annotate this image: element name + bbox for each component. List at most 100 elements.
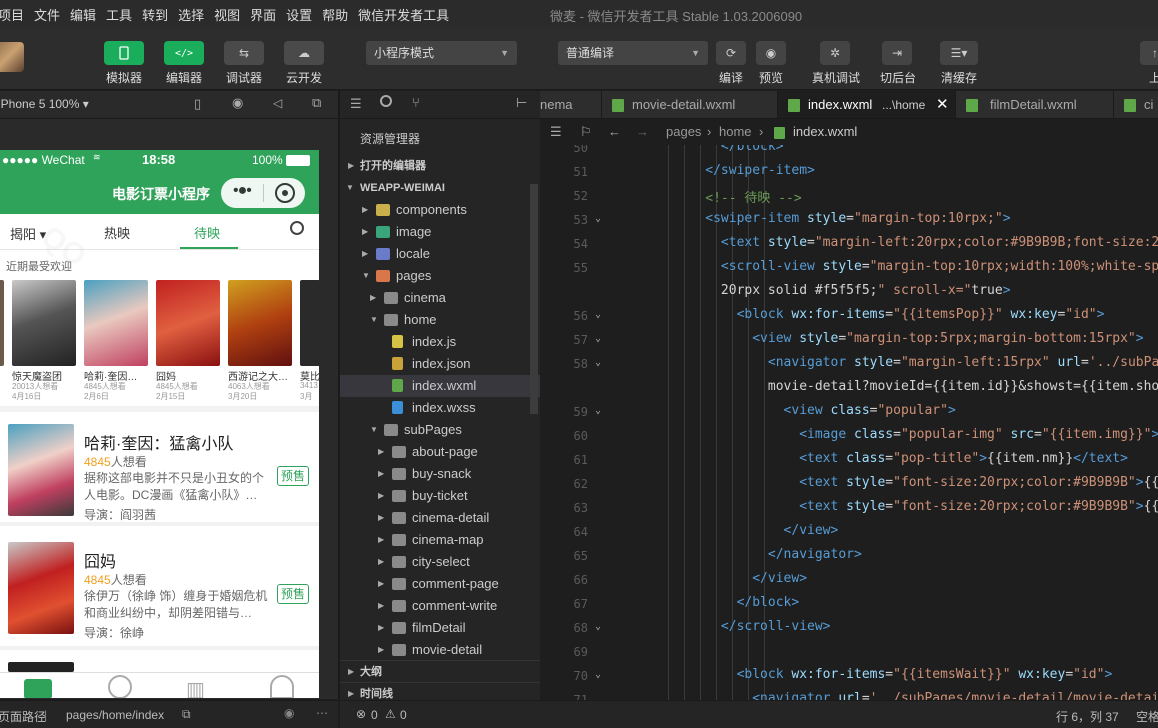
code-line[interactable]: </navigator> (627, 547, 862, 562)
chevron-right-icon[interactable]: ▶ (378, 595, 384, 617)
preview-button[interactable]: ◉ (756, 41, 786, 65)
close-circle-icon[interactable] (275, 183, 295, 203)
chevron-right-icon[interactable]: ▶ (378, 507, 384, 529)
tree-item-home[interactable]: ▼ home (340, 309, 540, 331)
menu-item[interactable]: 编辑 (70, 5, 96, 24)
chevron-right-icon[interactable]: ▶ (378, 441, 384, 463)
chevron-right-icon[interactable]: ▶ (378, 573, 384, 595)
movie-card[interactable]: 哈莉·奎因：猛禽小队 4845人想看 据称这部电影并不只是小丑女的个人电影。DC… (0, 412, 319, 522)
chevron-down-icon[interactable]: ▼ (370, 309, 378, 331)
eye-icon[interactable]: ◉ (284, 706, 294, 720)
presale-button[interactable]: 预售 (277, 466, 309, 486)
avatar[interactable] (0, 42, 24, 72)
menu-item[interactable]: 文件 (34, 5, 60, 24)
chevron-right-icon[interactable]: ▶ (362, 199, 368, 221)
tab-hot[interactable]: 热映 (104, 223, 130, 242)
menu-item[interactable]: 选择 (178, 5, 204, 24)
editor-button[interactable]: </> (164, 41, 204, 65)
upload-button[interactable]: ↑ (1140, 41, 1158, 65)
movie-card[interactable] (0, 650, 319, 672)
real-debug-button[interactable]: ✲ (820, 41, 850, 65)
fold-chevron-icon[interactable]: ⌄ (595, 309, 601, 320)
cursor-position[interactable]: 行 6，列 37 (1056, 708, 1119, 725)
open-editors-section[interactable]: ▶ 打开的编辑器 (340, 155, 540, 177)
mode-select[interactable]: 小程序模式 ▼ (366, 41, 517, 65)
chevron-right-icon[interactable]: ▶ (378, 463, 384, 485)
tree-item-pages[interactable]: ▼ pages (340, 265, 540, 287)
chevron-down-icon[interactable]: ▼ (370, 419, 378, 441)
tree-item-comment-write[interactable]: ▶ comment-write (340, 595, 540, 617)
code-line[interactable]: <block wx:for-items="{{itemsPop}}" wx:ke… (627, 307, 1105, 322)
source-control-icon[interactable]: ⑂ (412, 95, 420, 110)
tree-item-index-js[interactable]: index.js (340, 331, 540, 353)
tree-item-index-wxml[interactable]: index.wxml (340, 375, 540, 397)
page-path[interactable]: pages/home/index (66, 708, 164, 722)
chart-tab-icon[interactable]: ▥ (186, 677, 205, 698)
project-section[interactable]: ▼ WEAPP-WEIMAI (340, 177, 540, 199)
tree-item-city-select[interactable]: ▶ city-select (340, 551, 540, 573)
simulator-button[interactable] (104, 41, 144, 65)
code-line[interactable]: <text style="font-size:20rpx;color:#9B9B… (627, 499, 1158, 514)
code-line[interactable]: </block> (627, 595, 800, 610)
fold-chevron-icon[interactable]: ⌄ (595, 357, 601, 368)
breadcrumb-item[interactable]: home (719, 119, 752, 145)
cinema-tab-icon[interactable] (108, 675, 132, 698)
compile-select[interactable]: 普通编译 ▼ (558, 41, 708, 65)
code-line[interactable]: <swiper-item style="margin-top:10rpx;"> (627, 211, 1010, 226)
tree-item-buy-ticket[interactable]: ▶ buy-ticket (340, 485, 540, 507)
poster-image[interactable] (84, 280, 148, 366)
record-icon[interactable]: ◉ (232, 95, 243, 111)
breadcrumb-item[interactable]: pages (666, 119, 701, 145)
cloud-button[interactable]: ☁ (284, 41, 324, 65)
menu-item[interactable]: 界面 (250, 5, 276, 24)
fold-chevron-icon[interactable]: ⌄ (595, 405, 601, 416)
poster-image[interactable] (12, 280, 76, 366)
capsule-menu[interactable]: •●• (221, 178, 305, 208)
close-icon[interactable]: ✕ (936, 91, 949, 118)
chevron-right-icon[interactable]: ▶ (378, 639, 384, 661)
tab-upcoming[interactable]: 待映 (194, 223, 220, 242)
chevron-right-icon[interactable]: ▶ (362, 243, 368, 265)
debugger-button[interactable]: ⇆ (224, 41, 264, 65)
more-icon[interactable]: ⋯ (316, 706, 328, 720)
city-select[interactable]: 揭阳 ▾ (10, 224, 46, 243)
forward-icon[interactable]: → (636, 119, 649, 145)
code-line[interactable]: <text style="font-size:20rpx;color:#9B9B… (627, 475, 1158, 490)
volume-icon[interactable]: ◁ (273, 96, 282, 110)
chevron-right-icon[interactable]: ▶ (378, 529, 384, 551)
breadcrumb-item[interactable]: index.wxml (793, 119, 857, 145)
search-icon[interactable] (380, 95, 392, 107)
presale-button[interactable]: 预售 (277, 584, 309, 604)
chevron-right-icon[interactable]: ▶ (378, 485, 384, 507)
warning-icon[interactable]: ⚠ (385, 707, 396, 721)
tree-item-cinema-detail[interactable]: ▶ cinema-detail (340, 507, 540, 529)
code-line[interactable]: <text class="pop-title">{{item.nm}}</tex… (627, 451, 1128, 466)
device-select[interactable]: iPhone 5 100% ▾ (0, 97, 89, 111)
code-line[interactable]: </view> (627, 571, 807, 586)
code-line[interactable]: <image class="popular-img" src="{{item.i… (627, 427, 1158, 442)
movie-card[interactable]: 囧妈 4845人想看 徐伊万（徐峥 饰）缠身于婚姻危机和商业纠纷中，却阴差阳错与… (0, 526, 319, 646)
tree-item-buy-snack[interactable]: ▶ buy-snack (340, 463, 540, 485)
back-icon[interactable]: ← (608, 119, 621, 145)
code-line[interactable]: 20rpx solid #f5f5f5;" scroll-x="true> (627, 283, 1011, 298)
poster-image[interactable] (300, 280, 319, 366)
menu-item[interactable]: 帮助 (322, 5, 348, 24)
tab-movie-detail[interactable]: movie-detail.wxml (602, 91, 778, 118)
fold-chevron-icon[interactable]: ⌄ (595, 621, 601, 632)
code-line[interactable]: <view class="popular"> (627, 403, 956, 418)
clear-cache-button[interactable]: ☰▾ (940, 41, 978, 65)
tree-item-components[interactable]: ▶ components (340, 199, 540, 221)
code-line[interactable]: <navigator url='../subPages/movie-detail… (627, 691, 1158, 700)
list-icon[interactable]: ☰ (550, 119, 562, 145)
profile-tab-icon[interactable] (270, 675, 294, 698)
tree-item-cinema[interactable]: ▶ cinema (340, 287, 540, 309)
tree-item-locale[interactable]: ▶ locale (340, 243, 540, 265)
menu-item[interactable]: 设置 (286, 5, 312, 24)
explorer-scrollbar[interactable] (530, 184, 538, 414)
indent-setting[interactable]: 空格 (1136, 708, 1158, 725)
menu-item[interactable]: 工具 (106, 5, 132, 24)
chevron-right-icon[interactable]: ▶ (378, 617, 384, 639)
background-button[interactable]: ⇥ (882, 41, 912, 65)
fold-chevron-icon[interactable]: ⌄ (595, 669, 601, 680)
code-line[interactable]: </block> (627, 145, 784, 154)
